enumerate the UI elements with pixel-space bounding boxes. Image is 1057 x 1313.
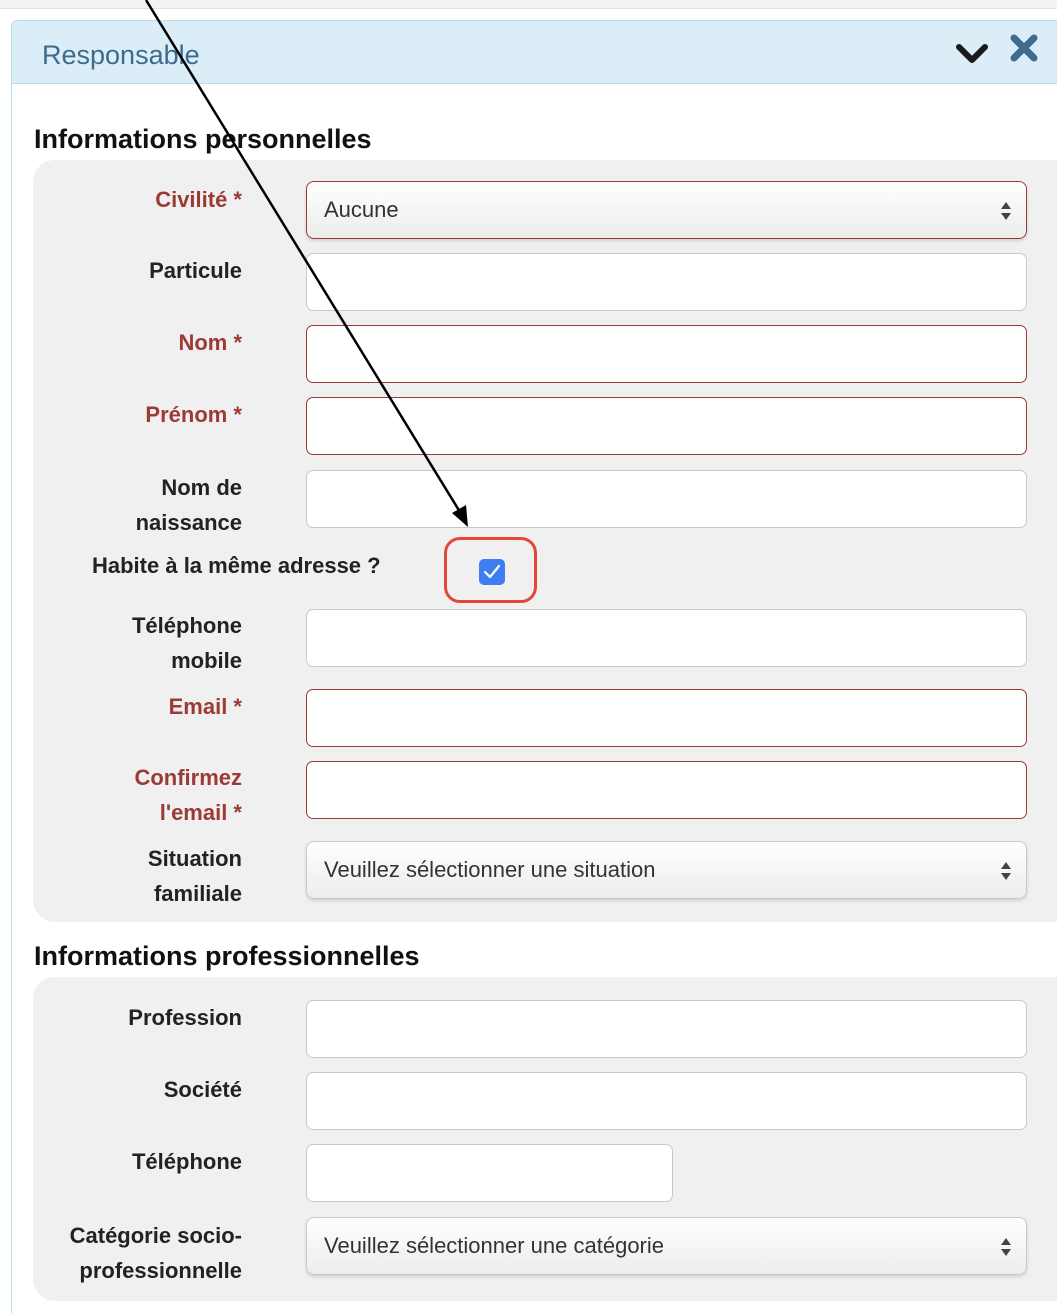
label-civilite: Civilité * [155, 187, 242, 212]
label-nom-naissance-line1: Nom de [161, 475, 242, 500]
label-confirm-email-line1: Confirmez [134, 765, 242, 790]
select-arrows-icon [1001, 202, 1011, 220]
label-situation-line1: Situation [147, 846, 242, 871]
label-telephone-mobile: Téléphone mobile [22, 608, 242, 678]
select-arrows-icon [1001, 1238, 1011, 1256]
confirm-email-input[interactable] [306, 761, 1027, 819]
panel-header: Responsable [12, 21, 1057, 84]
label-prenom: Prénom * [145, 402, 242, 427]
section-title-personal: Informations personnelles [34, 124, 372, 154]
categorie-select[interactable]: Veuillez sélectionner une catégorie [306, 1217, 1027, 1275]
label-categorie: Catégorie socio- professionnelle [2, 1218, 242, 1288]
meme-adresse-checkbox[interactable] [479, 559, 505, 585]
email-input[interactable] [306, 689, 1027, 747]
label-particule: Particule [149, 258, 242, 283]
top-strip [0, 0, 1057, 9]
panel-title: Responsable [42, 40, 200, 70]
label-situation: Situation familiale [22, 841, 242, 911]
select-arrows-icon [1001, 862, 1011, 880]
situation-select[interactable]: Veuillez sélectionner une situation [306, 841, 1027, 899]
prenom-input[interactable] [306, 397, 1027, 455]
section-title-professional: Informations professionnelles [34, 941, 420, 971]
close-icon[interactable] [1009, 33, 1039, 63]
nom-input[interactable] [306, 325, 1027, 383]
label-confirm-email-line2: l'email * [159, 800, 242, 825]
telephone-mobile-input[interactable] [306, 609, 1027, 667]
label-societe: Société [163, 1077, 242, 1102]
label-confirm-email: Confirmez l'email * [22, 760, 242, 830]
checkmark-icon [483, 564, 501, 579]
chevron-down-icon[interactable] [955, 42, 989, 66]
societe-input[interactable] [306, 1072, 1027, 1130]
label-email: Email * [168, 694, 242, 719]
situation-select-value: Veuillez sélectionner une situation [324, 857, 656, 882]
categorie-select-value: Veuillez sélectionner une catégorie [324, 1233, 665, 1258]
civilite-select[interactable]: Aucune [306, 181, 1027, 239]
label-situation-line2: familiale [153, 881, 242, 906]
label-telephone: Téléphone [131, 1149, 242, 1174]
nom-naissance-input[interactable] [306, 470, 1027, 528]
label-categorie-line2: professionnelle [79, 1258, 242, 1283]
label-telephone-mobile-line1: Téléphone [131, 613, 242, 638]
telephone-input[interactable] [306, 1144, 673, 1202]
civilite-select-value: Aucune [324, 197, 399, 222]
label-profession: Profession [128, 1005, 242, 1030]
label-nom: Nom * [178, 330, 242, 355]
profession-input[interactable] [306, 1000, 1027, 1058]
label-categorie-line1: Catégorie socio- [69, 1223, 242, 1248]
label-nom-naissance-line2: naissance [135, 510, 242, 535]
label-telephone-mobile-line2: mobile [171, 648, 242, 673]
label-nom-naissance: Nom de naissance [22, 470, 242, 540]
label-meme-adresse: Habite à la même adresse ? [92, 553, 381, 578]
particule-input[interactable] [306, 253, 1027, 311]
page: Responsable Informations personnelles Ci… [0, 0, 1057, 1313]
